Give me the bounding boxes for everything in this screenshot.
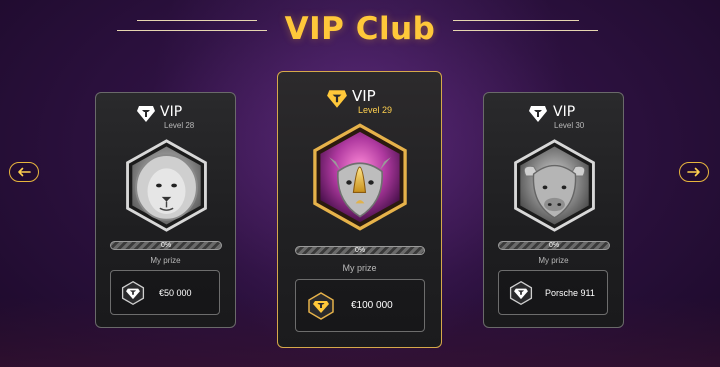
arrow-right-icon <box>687 167 700 177</box>
title-area: VIP Club <box>0 8 720 52</box>
prize-value: €50 000 <box>159 288 192 298</box>
prize-label: My prize <box>342 263 377 273</box>
vip-card-level-28[interactable]: VIP Level 28 0% My prize €50 000 <box>95 92 236 328</box>
prize-box: €100 000 <box>295 279 425 332</box>
progress-bar: 0% <box>110 241 222 250</box>
vip-label: VIP <box>553 104 576 120</box>
rhino-icon <box>313 123 407 231</box>
vip-label: VIP <box>352 87 376 105</box>
progress-label: 0% <box>354 247 366 254</box>
vip-diamond-icon <box>308 292 334 320</box>
progress-label: 0% <box>160 242 172 249</box>
vip-diamond-icon <box>509 280 533 306</box>
arrow-left-icon <box>18 167 31 177</box>
vip-card-level-30[interactable]: VIP Level 30 0% My prize Porsche 911 <box>483 92 624 328</box>
progress-bar: 0% <box>295 246 425 255</box>
vip-level: Level 29 <box>358 105 393 115</box>
progress-label: 0% <box>548 242 560 249</box>
buffalo-icon <box>514 139 595 232</box>
vip-level: Level 30 <box>554 121 585 130</box>
vip-card-level-29[interactable]: VIP Level 29 0% My prize €100 000 <box>277 71 442 348</box>
prize-value: €100 000 <box>351 300 393 311</box>
prize-label: My prize <box>150 256 181 265</box>
progress-bar: 0% <box>498 241 610 250</box>
prev-button[interactable] <box>9 162 39 182</box>
prize-box: €50 000 <box>110 270 220 315</box>
vip-diamond-icon <box>327 90 347 108</box>
prize-label: My prize <box>538 256 569 265</box>
prize-value: Porsche 911 <box>545 288 595 298</box>
vip-diamond-icon <box>137 106 155 122</box>
vip-label: VIP <box>160 104 183 120</box>
vip-diamond-icon <box>529 106 547 122</box>
lion-icon <box>126 139 207 232</box>
vip-level: Level 28 <box>164 121 195 130</box>
next-button[interactable] <box>679 162 709 182</box>
vip-diamond-icon <box>121 280 145 306</box>
prize-box: Porsche 911 <box>498 270 608 315</box>
page-title: VIP Club <box>284 11 436 47</box>
